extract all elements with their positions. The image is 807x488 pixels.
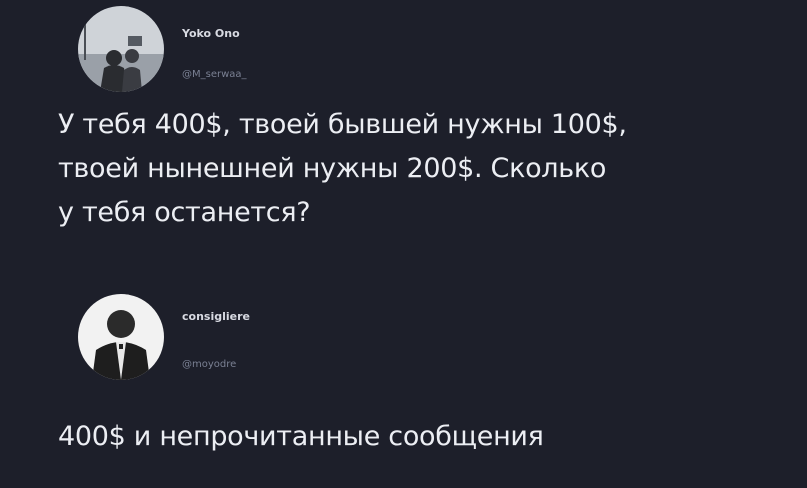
user-avatar-photo-icon xyxy=(78,6,164,92)
avatar[interactable] xyxy=(78,294,164,380)
user-handle[interactable]: @moyodre xyxy=(182,359,236,370)
tweet-text: У тебя 400$, твоей бывшей нужны 100$, тв… xyxy=(58,109,627,228)
user-avatar-photo-icon xyxy=(78,294,164,380)
tweet-text: 400$ и непрочитанные сообщения xyxy=(58,421,544,452)
avatar[interactable] xyxy=(78,6,164,92)
display-name[interactable]: consigliere xyxy=(182,310,250,323)
user-handle[interactable]: @M_serwaa_ xyxy=(182,69,247,80)
display-name[interactable]: Yoko Ono xyxy=(182,27,240,40)
